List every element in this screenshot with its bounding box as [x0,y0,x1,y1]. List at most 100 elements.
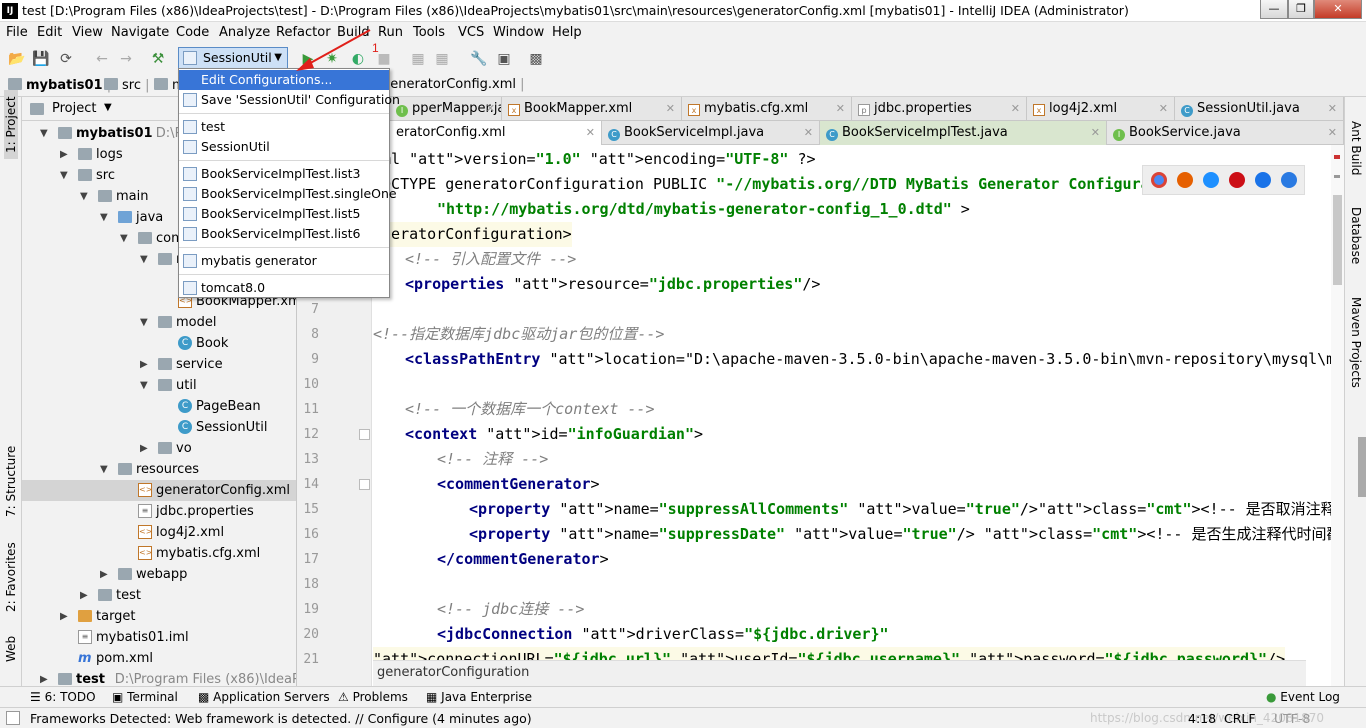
close-tab-icon[interactable]: ✕ [1011,97,1020,121]
code-line[interactable]: <context "att">id="infoGuardian"> [405,422,703,447]
database-tool-button[interactable]: Database [1349,207,1363,264]
tree-item[interactable]: <> generatorConfig.xml [22,480,296,501]
fold-marker-icon[interactable] [359,479,370,490]
editor-tab[interactable]: x log4j2.xml ✕ [1027,97,1175,121]
code-line[interactable]: DOCTYPE generatorConfiguration PUBLIC "-… [373,172,1267,197]
ant-build-tool-button[interactable]: Ant Build [1349,121,1363,175]
app-servers-tool-button[interactable]: ▩ Application Servers [198,690,330,704]
menu-tools[interactable]: Tools [413,25,445,40]
chevron-down-icon[interactable]: ▼ [104,102,112,113]
project-structure-icon[interactable]: ▣ [496,51,512,67]
chevron-down-icon[interactable]: ▼ [40,123,48,144]
chevron-down-icon[interactable]: ▼ [140,312,148,333]
tree-item[interactable]: m pom.xml [22,648,296,669]
run-config-menu-item[interactable]: BookServiceImplTest.list3 [179,164,389,184]
tree-item[interactable]: ▶ target [22,606,296,627]
breadcrumb-item[interactable]: generatorConfig.xml | [382,77,525,92]
tree-item[interactable]: ▶ webapp [22,564,296,585]
run-config-menu-item[interactable]: tomcat8.0 [179,278,389,298]
chevron-right-icon[interactable]: ▶ [140,354,148,375]
editor-tab[interactable]: C BookServiceImplTest.java ✕ [820,121,1107,145]
editor-tab[interactable]: IpperMapper.java✕ [390,97,502,121]
tree-item[interactable]: C SessionUtil [22,417,296,438]
firefox-icon[interactable] [1177,172,1193,188]
open-folder-icon[interactable]: 📂 [8,51,25,67]
tree-item[interactable]: C Book [22,333,296,354]
menu-code[interactable]: Code [176,25,209,40]
todo-tool-button[interactable]: ☰ 6: TODO [30,690,96,704]
ie-icon[interactable] [1255,172,1271,188]
tree-item[interactable]: <> mybatis.cfg.xml [22,543,296,564]
chevron-right-icon[interactable]: ▶ [140,438,148,459]
editor-tab[interactable]: eratorConfig.xml ✕ [390,121,602,145]
opera-icon[interactable] [1229,172,1245,188]
tree-item[interactable]: ▼ util [22,375,296,396]
tree-item[interactable]: C PageBean [22,396,296,417]
chevron-right-icon[interactable]: ▶ [80,585,88,606]
favorites-tool-button[interactable]: 2: Favorites [4,542,18,612]
tree-item[interactable]: ▼ resources [22,459,296,480]
chevron-down-icon[interactable]: ▼ [140,375,148,396]
scroll-thumb[interactable] [1333,195,1342,285]
warning-marker[interactable] [1334,175,1340,178]
editor-tab[interactable]: C BookServiceImpl.java ✕ [602,121,820,145]
sync-icon[interactable]: ⟳ [58,51,74,67]
tree-item[interactable]: ▶ service [22,354,296,375]
run-config-menu-item[interactable]: BookServiceImplTest.list6 [179,224,389,244]
code-line[interactable]: <!-- jdbc连接 --> [437,597,584,622]
vcs-update-icon[interactable]: ▦ [434,51,450,67]
chevron-down-icon[interactable]: ▼ [120,228,128,249]
tree-item[interactable]: ≡ jdbc.properties [22,501,296,522]
chevron-right-icon[interactable]: ▶ [40,669,48,686]
minimize-button[interactable]: — [1260,0,1288,19]
chrome-icon[interactable] [1151,172,1167,188]
editor-tab[interactable]: C SessionUtil.java ✕ [1175,97,1344,121]
close-tab-icon[interactable]: ✕ [1159,97,1168,121]
line-separator[interactable]: CRLF [1224,711,1256,726]
run-config-menu-item[interactable]: BookServiceImplTest.list5 [179,204,389,224]
editor-tab[interactable]: x BookMapper.xml ✕ [502,97,682,121]
maven-projects-tool-button[interactable]: Maven Projects [1349,297,1363,388]
menu-window[interactable]: Window [493,25,544,40]
code-line[interactable]: "att">connectionURL="${jdbc.url}" "att">… [373,647,1286,660]
close-tab-icon[interactable]: ✕ [1328,121,1337,145]
close-tab-icon[interactable]: ✕ [804,121,813,145]
maximize-button[interactable]: ❐ [1288,0,1314,19]
status-message[interactable]: Frameworks Detected: Web framework is de… [30,711,532,726]
code-line[interactable]: <!-- 注释 --> [437,447,548,472]
editor-tab[interactable]: x mybatis.cfg.xml ✕ [682,97,852,121]
breadcrumb-item[interactable]: mybatis01 | [8,77,111,93]
status-toggle-icon[interactable] [6,711,20,725]
menu-help[interactable]: Help [552,25,582,40]
fold-marker-icon[interactable] [359,429,370,440]
editor-breadcrumb[interactable]: generatorConfiguration [373,660,1306,686]
run-config-menu-item[interactable]: BookServiceImplTest.singleOne [179,184,397,204]
close-button[interactable]: ✕ [1314,0,1362,19]
tree-item[interactable]: ▶ test D:\Program Files (x86)\IdeaProjects [22,669,296,686]
code-line[interactable]: <jdbcConnection "att">driverClass="${jdb… [437,622,889,647]
right-scroll-thumb[interactable] [1358,437,1366,497]
problems-tool-button[interactable]: ⚠ Problems [338,690,408,704]
code-line[interactable]: <!-- 引入配置文件 --> [405,247,576,272]
code-line[interactable]: <commentGenerator> [437,472,600,497]
chevron-down-icon[interactable]: ▼ [140,249,148,270]
code-line[interactable]: "http://mybatis.org/dtd/mybatis-generato… [437,197,970,222]
chevron-right-icon[interactable]: ▶ [100,564,108,585]
close-tab-icon[interactable]: ✕ [666,97,675,121]
chevron-right-icon[interactable]: ▶ [60,144,68,165]
code-line[interactable]: <property "att">name="suppressDate" "att… [469,522,1333,547]
close-tab-icon[interactable]: ✕ [586,121,595,145]
breadcrumb-item[interactable]: src | [104,77,150,93]
code-area[interactable]: xml "att">version="1.0" "att">encoding="… [373,145,1333,660]
editor-tab[interactable]: I BookService.java ✕ [1107,121,1344,145]
close-tab-icon[interactable]: ✕ [486,97,495,121]
chevron-down-icon[interactable]: ▼ [80,186,88,207]
code-line[interactable]: <!--指定数据库jdbc驱动jar包的位置--> [373,322,664,347]
edge-icon[interactable] [1281,172,1297,188]
tree-item[interactable]: ≡ mybatis01.iml [22,627,296,648]
close-tab-icon[interactable]: ✕ [836,97,845,121]
editor-tab[interactable]: p jdbc.properties ✕ [852,97,1027,121]
tree-item[interactable]: ▼ model [22,312,296,333]
code-line[interactable]: </commentGenerator> [437,547,609,572]
close-tab-icon[interactable]: ✕ [1091,121,1100,145]
